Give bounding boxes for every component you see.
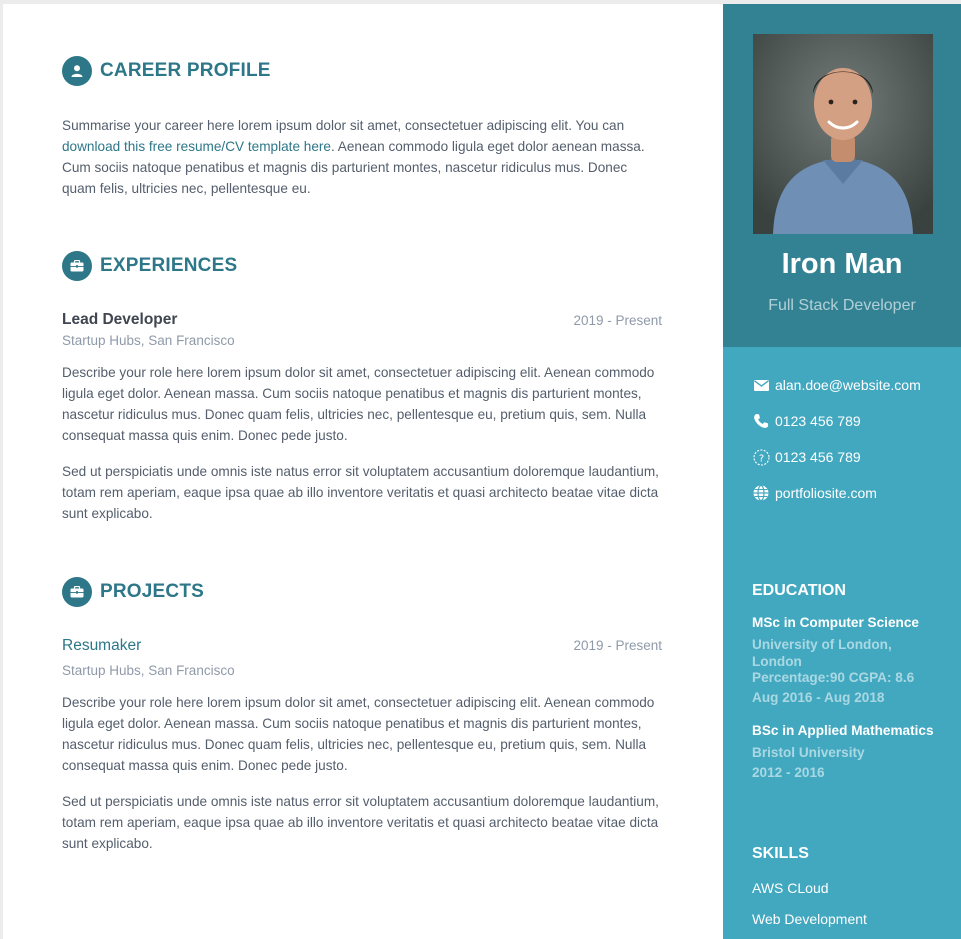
career-profile-header: Career Profile [62, 56, 271, 86]
briefcase-icon [62, 251, 92, 281]
section-title: Experiences [100, 255, 238, 276]
profile-photo [753, 34, 933, 234]
alt-phone-text: 0123 456 789 [775, 449, 861, 465]
education-degree: MSc in Computer Science [752, 615, 919, 630]
help-circle-icon: ? [752, 448, 770, 466]
summary-text: Summarise your career here lorem ipsum d… [62, 118, 625, 133]
website-text: portfoliosite.com [775, 485, 877, 501]
profile-container: Iron Man Full Stack Developer [723, 4, 961, 347]
job-description-extra: Sed ut perspiciatis unde omnis iste natu… [62, 464, 659, 521]
template-download-link[interactable]: download this free resume/CV template he… [62, 139, 331, 154]
section-title: Projects [100, 581, 205, 602]
profile-name: Iron Man [781, 248, 903, 280]
phone-text: 0123 456 789 [775, 413, 861, 429]
email-text: alan.doe@website.com [775, 377, 921, 393]
skill-item: Web Development [752, 911, 867, 927]
phone-icon [752, 413, 770, 429]
svg-text:?: ? [758, 453, 763, 464]
education-title: Education [752, 582, 846, 599]
resume-page: Career Profile Summarise your career her… [3, 4, 961, 939]
contact-phone[interactable]: 0123 456 789 [752, 413, 861, 429]
education-degree: BSc in Applied Mathematics [752, 723, 934, 738]
education-score: Percentage:90 CGPA: 8.6 [752, 670, 915, 685]
contact-website[interactable]: portfoliosite.com [752, 485, 877, 501]
user-icon [62, 56, 92, 86]
profile-tagline: Full Stack Developer [768, 297, 916, 314]
sidebar: Iron Man Full Stack Developer alan.doe@w… [723, 4, 961, 939]
project-name-link[interactable]: Resumaker [62, 637, 141, 655]
envelope-icon [752, 377, 770, 393]
globe-icon [752, 485, 770, 501]
project-description: Describe your role here lorem ipsum dolo… [62, 695, 655, 773]
experiences-header: Experiences [62, 251, 237, 281]
job-company: Startup Hubs, San Francisco [62, 333, 235, 348]
project-date: 2019 - Present [573, 638, 662, 653]
education-school: University of London, London [752, 637, 892, 669]
job-date: 2019 - Present [573, 313, 662, 328]
education-dates: 2012 - 2016 [752, 765, 825, 780]
briefcase-icon [62, 577, 92, 607]
skills-title: Skills [752, 845, 809, 862]
contact-alt-phone[interactable]: ? 0123 456 789 [752, 448, 861, 466]
section-title: Career Profile [100, 60, 271, 81]
main-column: Career Profile Summarise your career her… [3, 4, 723, 939]
job-description: Describe your role here lorem ipsum dolo… [62, 365, 655, 443]
education-dates: Aug 2016 - Aug 2018 [752, 690, 885, 705]
contact-email[interactable]: alan.doe@website.com [752, 377, 921, 393]
skill-item: AWS CLoud [752, 880, 829, 896]
project-company: Startup Hubs, San Francisco [62, 663, 235, 678]
job-role: Lead Developer [62, 311, 178, 328]
education-school: Bristol University [752, 745, 865, 760]
career-summary: Summarise your career here lorem ipsum d… [62, 115, 662, 199]
project-description-extra: Sed ut perspiciatis unde omnis iste natu… [62, 794, 659, 851]
projects-header: Projects [62, 577, 204, 607]
